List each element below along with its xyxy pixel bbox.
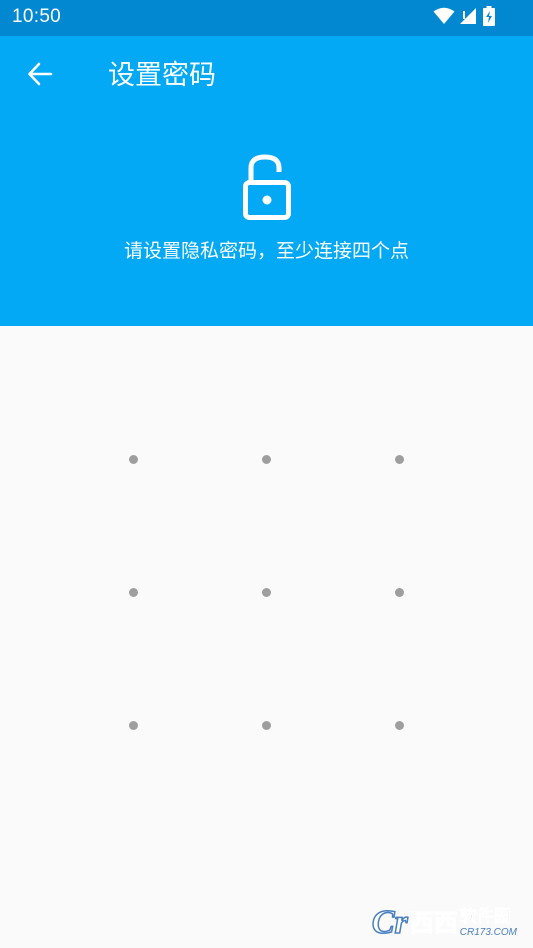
lock-open-icon [241,154,293,222]
battery-charging-icon [483,6,495,30]
signal-icon [459,7,479,29]
header: 设置密码 请设置隐私密码，至少连接四个点 [0,36,533,326]
watermark-right: 软件园 CR173.COM [459,906,517,938]
status-icons [433,6,495,30]
pattern-lock-grid[interactable] [0,326,533,826]
pattern-dot-3[interactable] [394,454,404,464]
pattern-dot-6[interactable] [394,587,404,597]
pattern-dot-5[interactable] [261,587,271,597]
hint-text: 请设置隐私密码，至少连接四个点 [123,240,409,262]
back-button[interactable] [20,56,60,96]
pattern-dot-9[interactable] [394,720,404,730]
pattern-dot-1[interactable] [128,454,138,464]
status-time: 10:50 [12,6,62,27]
arrow-left-icon [27,61,53,91]
watermark-name: 软件园 [459,906,511,927]
watermark-brand: 西西 [409,909,458,938]
page-title: 设置密码 [108,60,216,91]
pattern-dot-7[interactable] [128,720,138,730]
wifi-icon [433,7,455,29]
pattern-dot-8[interactable] [261,720,271,730]
watermark-logo: Cr [371,903,408,942]
pattern-dot-2[interactable] [261,454,271,464]
status-bar: 10:50 [0,0,533,36]
pattern-dot-4[interactable] [128,587,138,597]
watermark: Cr 西西 软件园 CR173.COM [371,903,517,942]
watermark-url: CR173.COM [459,926,517,938]
